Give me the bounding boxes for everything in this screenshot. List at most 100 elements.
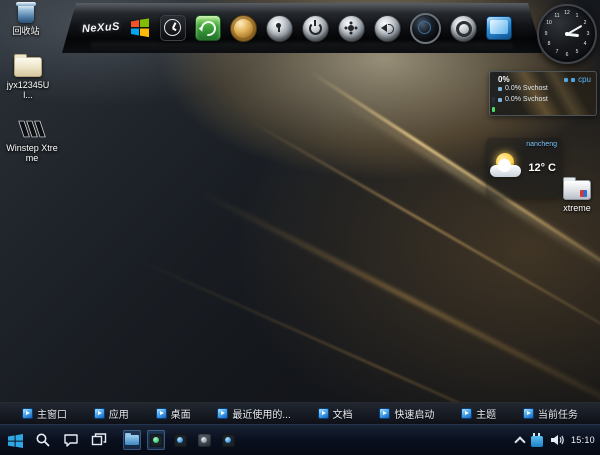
display-icon[interactable] <box>486 16 512 40</box>
recycle-bin-glyph <box>18 5 34 23</box>
analog-clock-widget[interactable]: 12 1 2 3 4 5 6 7 8 9 10 11 <box>537 4 597 64</box>
nexus-logo-label: NeXuS <box>82 21 121 36</box>
weather-widget[interactable]: nancheng 12° C <box>486 138 562 198</box>
power-glyph <box>309 22 322 35</box>
windows-start-glyph <box>7 432 24 449</box>
tab-label: 应用 <box>109 406 129 421</box>
system-tray: 15:10 <box>516 425 595 455</box>
tab-current-tasks[interactable]: 当前任务 <box>523 406 578 421</box>
tab-icon <box>461 408 472 419</box>
desktop-icon-recycle-bin[interactable]: 回收站 <box>2 5 50 36</box>
desktop-icon-label: jyx12345Ul... <box>2 80 54 101</box>
power-icon[interactable] <box>302 15 329 42</box>
clock-numeral: 6 <box>566 52 569 58</box>
plug-icon[interactable] <box>531 436 543 447</box>
keyhole-glyph <box>276 23 281 28</box>
clock-numeral: 2 <box>584 20 587 26</box>
nexus-logo[interactable]: NeXuS <box>82 21 121 36</box>
clock-numeral: 12 <box>564 10 570 16</box>
disc-glyph <box>456 21 472 37</box>
recycle-bin-icon[interactable] <box>195 15 221 41</box>
tab-label: 当前任务 <box>538 406 578 421</box>
tab-recent[interactable]: 最近使用的... <box>217 406 290 421</box>
tab-label: 主窗口 <box>37 406 67 421</box>
app-glyph <box>222 434 235 447</box>
windows-stack-icon <box>91 432 107 448</box>
start-button[interactable] <box>5 429 25 451</box>
cloud-icon <box>490 165 521 177</box>
search-icon <box>35 432 51 448</box>
clock-time[interactable]: 15:10 <box>571 435 595 445</box>
clock-numeral: 5 <box>576 49 579 55</box>
folder-emblem <box>580 190 587 197</box>
process-icon <box>498 87 502 91</box>
screen-glyph <box>490 20 508 34</box>
search-button[interactable] <box>33 429 53 451</box>
tab-quick-launch[interactable]: 快速启动 <box>379 406 434 421</box>
clock-numeral: 8 <box>548 41 551 47</box>
tab-desktop[interactable]: 桌面 <box>156 406 191 421</box>
desktop-icon-folder[interactable]: jyx12345Ul... <box>2 57 54 101</box>
dock-items: NeXuS <box>62 3 542 53</box>
desktop-icon-label: Winstep Xtreme <box>4 143 60 164</box>
recycle-arrow-glyph <box>198 18 219 39</box>
chevron-up-icon[interactable] <box>514 436 525 447</box>
process-icon <box>498 98 502 102</box>
pinned-app-icon[interactable] <box>147 430 165 450</box>
tab-icon <box>523 408 534 419</box>
pinned-app-icon[interactable] <box>123 430 141 450</box>
speaker-glyph <box>381 24 387 32</box>
gear-glyph <box>348 25 354 31</box>
speaker-icon[interactable] <box>550 434 564 446</box>
cpu-widget-title: cpu <box>578 75 591 84</box>
folder-glyph <box>14 57 42 77</box>
nexus-dock: NeXuS <box>62 3 542 53</box>
settings-icon[interactable] <box>338 15 365 42</box>
process-usage-text: 0.0% Svchost <box>505 95 548 106</box>
tab-documents[interactable]: 文档 <box>318 406 353 421</box>
windows-icon[interactable] <box>129 17 151 39</box>
camera-icon[interactable] <box>410 13 441 44</box>
pinned-app-icon[interactable] <box>171 430 189 450</box>
app-glyph <box>198 434 211 447</box>
globe-gold-icon[interactable] <box>230 15 257 42</box>
desktop-icon-label: xtreme <box>556 203 598 213</box>
task-view-button[interactable] <box>89 429 109 451</box>
folder-glyph <box>563 180 591 200</box>
app-glyph <box>150 434 163 447</box>
pinned-app-icon[interactable] <box>219 430 237 450</box>
tab-main-window[interactable]: 主窗口 <box>22 406 67 421</box>
clock-numeral: 10 <box>546 20 552 26</box>
clock-numeral: 1 <box>576 13 579 19</box>
tab-themes[interactable]: 主题 <box>461 406 496 421</box>
tab-label: 文档 <box>333 406 353 421</box>
tab-label: 桌面 <box>171 406 191 421</box>
lens-ring-glyph <box>418 21 431 34</box>
cpu-widget-button-icon[interactable] <box>571 78 575 82</box>
chat-button[interactable] <box>61 429 81 451</box>
cpu-usage-percent: 0% <box>498 75 510 84</box>
taskbar: 15:10 <box>0 424 600 455</box>
desktop-icon-xtreme[interactable]: xtreme <box>556 180 598 213</box>
pinned-apps <box>123 430 237 450</box>
pinned-app-icon[interactable] <box>195 430 213 450</box>
clock-numeral: 11 <box>554 13 559 19</box>
clock-numeral: 4 <box>584 41 587 47</box>
lock-icon[interactable] <box>266 15 293 42</box>
folder-icon <box>125 435 139 445</box>
process-usage-text: 0.0% Svchost <box>505 84 548 95</box>
tab-icon <box>22 408 33 419</box>
weather-city: nancheng <box>526 141 557 148</box>
volume-icon[interactable] <box>374 15 401 42</box>
disc-icon[interactable] <box>450 15 477 42</box>
tab-apps[interactable]: 应用 <box>94 406 129 421</box>
tab-icon <box>217 408 228 419</box>
weather-temperature: 12° C <box>528 162 556 174</box>
desktop-wallpaper: NeXuS <box>0 0 600 455</box>
cpu-meter-widget[interactable]: 0% cpu 0.0% Svchost 0.0% Svchost <box>489 71 597 116</box>
wallpaper-light-streak <box>199 190 600 430</box>
cpu-widget-button-icon[interactable] <box>564 78 568 82</box>
desktop-icon-winstep-xtreme[interactable]: Winstep Xtreme <box>4 118 60 164</box>
clock-icon[interactable] <box>160 15 186 41</box>
tab-icon <box>156 408 167 419</box>
